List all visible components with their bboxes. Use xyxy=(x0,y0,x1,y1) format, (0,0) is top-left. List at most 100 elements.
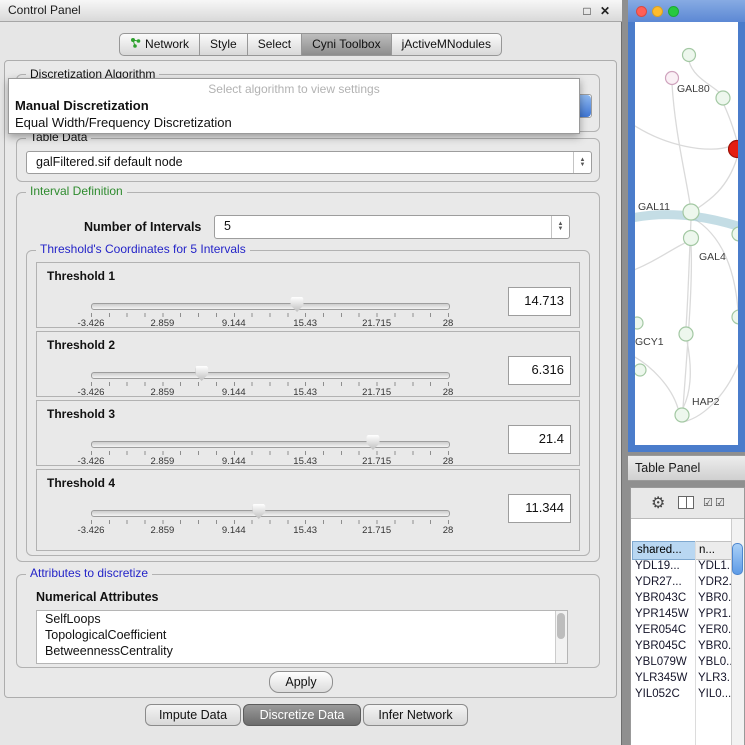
network-node[interactable] xyxy=(683,204,699,220)
threshold-label: Threshold 3 xyxy=(47,407,115,421)
node-table: shared... n... YDL19...YDL1... YDR27...Y… xyxy=(631,518,744,745)
numerical-attributes-list: SelfLoops TopologicalCoefficient Between… xyxy=(36,610,568,664)
screen: Control Panel □ ✕ Network Style Select C… xyxy=(0,0,745,745)
tab-discretize-data[interactable]: Discretize Data xyxy=(243,704,361,726)
slider-track[interactable] xyxy=(91,510,450,517)
slider-tick-labels: -3.4262.8599.14415.4321.71528 xyxy=(91,318,448,328)
threshold-value-field[interactable]: 14.713 xyxy=(508,287,571,316)
network-canvas[interactable]: GAL80 GAL11 GAL4 GCY1 HAP2 xyxy=(635,22,738,445)
tab-network[interactable]: Network xyxy=(119,33,200,56)
combo-stepper-icon[interactable]: ▲▼ xyxy=(573,152,591,173)
slider-tick-labels: -3.4262.8599.14415.4321.71528 xyxy=(91,387,448,397)
algorithm-dropdown-popup: Select algorithm to view settings Manual… xyxy=(8,78,580,134)
algorithm-option-manual[interactable]: Manual Discretization xyxy=(15,98,149,113)
table-row[interactable]: YDR27...YDR2... xyxy=(631,574,732,590)
slider-track[interactable] xyxy=(91,303,450,310)
number-of-intervals-value: 5 xyxy=(215,216,551,238)
select-all-icon[interactable]: ☑ xyxy=(703,496,713,509)
node-label: HAP2 xyxy=(692,396,720,408)
threshold-slider[interactable]: -3.4262.8599.14415.4321.71528 xyxy=(91,366,448,396)
network-node[interactable] xyxy=(675,408,689,422)
threshold-panel: Threshold 4 -3.4262.8599.14415.4321.7152… xyxy=(36,469,580,551)
numerical-attributes-heading: Numerical Attributes xyxy=(36,590,158,604)
table-panel-title: Table Panel xyxy=(635,461,700,475)
top-tab-bar: Network Style Select Cyni Toolbox jActiv… xyxy=(0,33,622,56)
tab-cyni-toolbox[interactable]: Cyni Toolbox xyxy=(301,33,391,56)
network-node[interactable] xyxy=(716,91,730,105)
table-data-combobox[interactable]: galFiltered.sif default node ▲▼ xyxy=(26,151,592,174)
interval-definition-group-title: Interval Definition xyxy=(26,185,127,198)
close-window-icon[interactable]: ✕ xyxy=(597,3,613,19)
threshold-value-field[interactable]: 21.4 xyxy=(508,425,571,454)
threshold-value-field[interactable]: 11.344 xyxy=(508,494,571,523)
slider-track[interactable] xyxy=(91,372,450,379)
control-panel-window: Control Panel □ ✕ Network Style Select C… xyxy=(0,0,622,745)
table-row[interactable]: YIL052CYIL0... xyxy=(631,686,732,702)
node-label: GAL11 xyxy=(638,201,670,213)
algorithm-popup-hint: Select algorithm to view settings xyxy=(9,82,579,96)
selected-red-node[interactable] xyxy=(729,141,739,158)
threshold-slider[interactable]: -3.4262.8599.14415.4321.71528 xyxy=(91,504,448,534)
table-row[interactable]: YBR043CYBR0... xyxy=(631,590,732,606)
network-node[interactable] xyxy=(684,231,699,246)
table-row[interactable]: YLR345WYLR3... xyxy=(631,670,732,686)
tab-jactivemnodules[interactable]: jActiveMNodules xyxy=(391,33,502,56)
slider-ticks xyxy=(91,382,449,386)
close-traffic-light-icon[interactable] xyxy=(636,6,647,17)
table-row[interactable]: YPR145WYPR1... xyxy=(631,606,732,622)
threshold-panel: Threshold 3 -3.4262.8599.14415.4321.7152… xyxy=(36,400,580,466)
attributes-list-scrollbar[interactable] xyxy=(555,611,567,663)
number-of-intervals-combobox[interactable]: 5 ▲▼ xyxy=(214,215,570,239)
table-scrollbar[interactable] xyxy=(731,519,744,745)
threshold-panel: Threshold 2 -3.4262.8599.14415.4321.7152… xyxy=(36,331,580,397)
gear-icon[interactable]: ⚙ xyxy=(651,493,665,513)
table-scrollbar-thumb[interactable] xyxy=(732,543,743,575)
slider-ticks xyxy=(91,451,449,455)
table-row[interactable]: YBL079WYBL0... xyxy=(631,654,732,670)
threshold-value-field[interactable]: 6.316 xyxy=(508,356,571,385)
network-node[interactable] xyxy=(683,49,696,62)
threshold-label: Threshold 1 xyxy=(47,269,115,283)
network-node[interactable] xyxy=(732,310,738,324)
threshold-panel: Threshold 1 -3.4262.8599.14415.4321.7152… xyxy=(36,262,580,328)
algorithm-option-equal-width[interactable]: Equal Width/Frequency Discretization xyxy=(15,115,232,130)
slider-tick-labels: -3.4262.8599.14415.4321.71528 xyxy=(91,456,448,466)
node-label: GAL4 xyxy=(699,251,726,263)
table-panel-window: ⚙ ☑ ☑ shared... n... YDL19...YDL1... YDR… xyxy=(630,487,745,745)
network-node[interactable] xyxy=(679,327,693,341)
select-none-icon[interactable]: ☑ xyxy=(715,496,725,509)
network-node[interactable] xyxy=(635,317,643,329)
tab-style[interactable]: Style xyxy=(199,33,248,56)
table-row[interactable]: YER054CYER0... xyxy=(631,622,732,638)
list-item[interactable]: TopologicalCoefficient xyxy=(37,627,567,643)
thresholds-group-title: Threshold's Coordinates for 5 Intervals xyxy=(36,243,250,256)
list-item[interactable]: BetweennessCentrality xyxy=(37,643,567,659)
tab-impute-data[interactable]: Impute Data xyxy=(145,704,241,726)
threshold-label: Threshold 4 xyxy=(47,476,115,490)
node-label: GCY1 xyxy=(635,336,664,348)
network-node[interactable] xyxy=(635,364,646,376)
restore-window-icon[interactable]: □ xyxy=(579,3,595,19)
tab-label: Network xyxy=(145,34,189,55)
minimize-traffic-light-icon[interactable] xyxy=(652,6,663,17)
network-icon xyxy=(130,34,141,55)
columns-icon[interactable] xyxy=(678,496,694,509)
tab-infer-network[interactable]: Infer Network xyxy=(363,704,468,726)
table-data-selected: galFiltered.sif default node xyxy=(27,152,573,173)
list-item[interactable]: SelfLoops xyxy=(37,611,567,627)
attributes-group-title: Attributes to discretize xyxy=(26,567,152,580)
tab-select[interactable]: Select xyxy=(247,33,302,56)
threshold-slider[interactable]: -3.4262.8599.14415.4321.71528 xyxy=(91,435,448,465)
control-panel-titlebar: Control Panel xyxy=(0,0,622,22)
zoom-traffic-light-icon[interactable] xyxy=(668,6,679,17)
slider-track[interactable] xyxy=(91,441,450,448)
apply-button[interactable]: Apply xyxy=(269,671,333,693)
slider-tick-labels: -3.4262.8599.14415.4321.71528 xyxy=(91,525,448,535)
threshold-slider[interactable]: -3.4262.8599.14415.4321.71528 xyxy=(91,297,448,327)
combo-stepper-icon[interactable]: ▲▼ xyxy=(551,216,569,238)
table-panel-titlebar: Table Panel xyxy=(628,455,745,481)
node-label: GAL80 xyxy=(677,83,710,95)
slider-ticks xyxy=(91,313,449,317)
table-row[interactable]: YBR045CYBR0... xyxy=(631,638,732,654)
table-row[interactable]: YDL19...YDL1... xyxy=(631,558,732,574)
